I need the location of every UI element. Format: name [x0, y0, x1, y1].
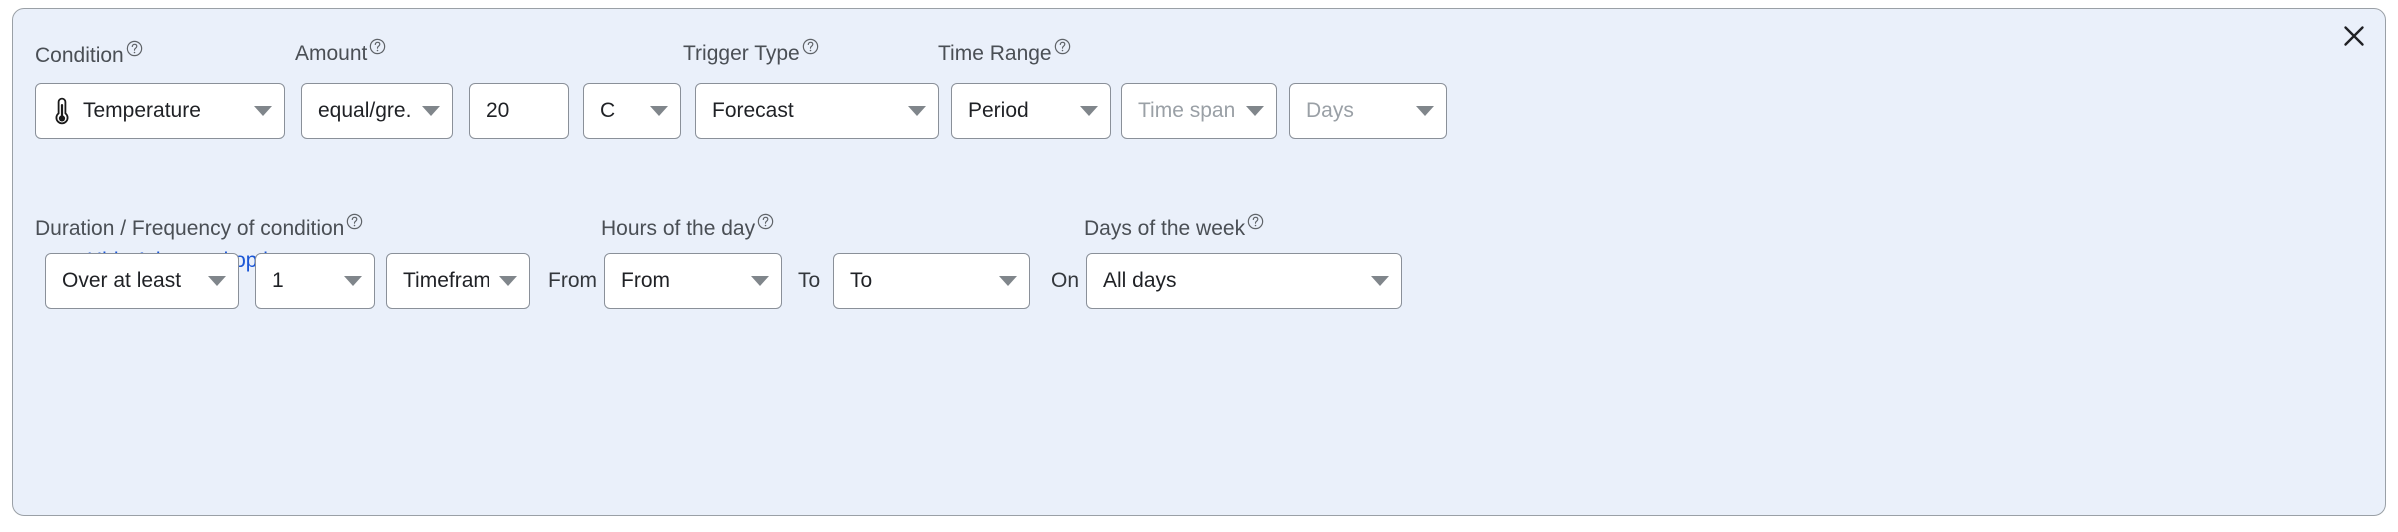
chevron-down-icon[interactable] [208, 276, 226, 286]
duration-unit-value: Timefram... [403, 269, 489, 292]
chevron-down-icon[interactable] [908, 106, 926, 116]
chevron-down-icon[interactable] [1246, 106, 1264, 116]
help-circle-icon[interactable] [1247, 213, 1264, 230]
chevron-down-icon[interactable] [344, 276, 362, 286]
trigger-type-select[interactable]: Forecast [695, 83, 939, 139]
connector-on: On [1051, 269, 1080, 292]
alert-condition-editor: Condition Amount Trigger Type Time Range… [0, 0, 2398, 532]
connector-to: To [798, 269, 821, 292]
duration-amount-select[interactable]: 1 [255, 253, 375, 309]
help-circle-icon[interactable] [1054, 38, 1071, 55]
condition-select[interactable]: Temperature [35, 83, 285, 139]
chevron-down-icon[interactable] [751, 276, 769, 286]
label-duration-frequency: Duration / Frequency of condition [35, 213, 363, 239]
chevron-down-icon[interactable] [1080, 106, 1098, 116]
chevron-down-icon[interactable] [999, 276, 1017, 286]
help-circle-icon[interactable] [802, 38, 819, 55]
chevron-down-icon[interactable] [422, 106, 440, 116]
label-amount: Amount [295, 38, 386, 64]
hours-from-select[interactable]: From [604, 253, 782, 309]
period-select[interactable]: Period [951, 83, 1111, 139]
close-icon [2343, 25, 2365, 47]
hours-to-value: To [850, 269, 873, 292]
time-span-select[interactable]: Time span [1121, 83, 1277, 139]
condition-value: Temperature [83, 99, 201, 122]
condition-panel: Condition Amount Trigger Type Time Range… [12, 8, 2386, 516]
duration-mode-value: Over at least [62, 269, 182, 292]
amount-input[interactable]: 20 [469, 83, 569, 139]
chevron-down-icon[interactable] [1416, 106, 1434, 116]
chevron-down-icon[interactable] [1371, 276, 1389, 286]
trigger-type-value: Forecast [712, 99, 794, 122]
connector-from: From [548, 269, 597, 292]
time-span-value: Time span [1138, 99, 1236, 122]
help-circle-icon[interactable] [126, 40, 143, 57]
label-trigger-type: Trigger Type [683, 38, 819, 64]
days-value: Days [1306, 99, 1354, 122]
label-condition: Condition [35, 40, 143, 66]
chevron-down-icon[interactable] [254, 106, 272, 116]
period-value: Period [968, 99, 1029, 122]
close-button[interactable] [2337, 19, 2371, 53]
hours-to-select[interactable]: To [833, 253, 1030, 309]
amount-value: 20 [486, 99, 510, 122]
days-select[interactable]: Days [1289, 83, 1447, 139]
help-circle-icon[interactable] [369, 38, 386, 55]
hours-from-value: From [621, 269, 670, 292]
days-of-week-value: All days [1103, 269, 1177, 292]
help-circle-icon[interactable] [346, 213, 363, 230]
duration-unit-select[interactable]: Timefram... [386, 253, 530, 309]
duration-amount-value: 1 [272, 269, 284, 292]
chevron-down-icon[interactable] [650, 106, 668, 116]
help-circle-icon[interactable] [757, 213, 774, 230]
duration-mode-select[interactable]: Over at least [45, 253, 239, 309]
label-time-range: Time Range [938, 38, 1071, 64]
days-of-week-select[interactable]: All days [1086, 253, 1402, 309]
unit-select[interactable]: C [583, 83, 681, 139]
label-hours-of-day: Hours of the day [601, 213, 774, 239]
unit-value: C [600, 99, 616, 122]
operator-select[interactable]: equal/gre... [301, 83, 453, 139]
thermometer-icon [52, 97, 72, 125]
label-days-of-week: Days of the week [1084, 213, 1264, 239]
operator-value: equal/gre... [318, 99, 412, 122]
chevron-down-icon[interactable] [499, 276, 517, 286]
